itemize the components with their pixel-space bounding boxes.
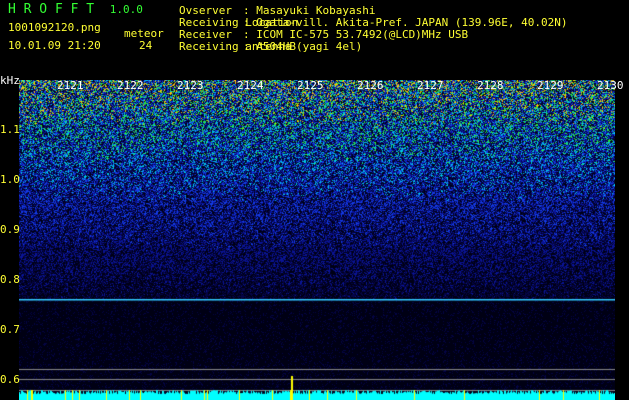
time-label: 2126 xyxy=(357,79,384,92)
freq-label: 1.1 xyxy=(0,123,20,136)
time-label: 2125 xyxy=(297,79,324,92)
freq-label: 1.0 xyxy=(0,173,20,186)
file-name: 1001092120.png xyxy=(8,21,101,34)
spectrogram xyxy=(19,80,615,400)
time-label: 2127 xyxy=(417,79,444,92)
info-value: : A504HB(yagi 4el) xyxy=(243,40,363,53)
freq-label: 0.7 xyxy=(0,323,20,336)
unit-label: kHz xyxy=(0,74,20,87)
app-title: H R O F F T 1.0.0 xyxy=(8,2,143,17)
meteor-count: 24 xyxy=(139,39,153,52)
time-label: 2122 xyxy=(117,79,144,92)
file-datetime: 10.01.09 21:20 xyxy=(8,39,101,52)
time-label: 2121 xyxy=(57,79,84,92)
time-label: 2124 xyxy=(237,79,264,92)
freq-label: 0.8 xyxy=(0,273,20,286)
time-label: 2123 xyxy=(177,79,204,92)
freq-label: 0.6 xyxy=(0,373,20,386)
time-label: 2129 xyxy=(537,79,564,92)
time-label: 2130 xyxy=(597,79,624,92)
freq-label: 0.9 xyxy=(0,223,20,236)
time-label: 2128 xyxy=(477,79,504,92)
